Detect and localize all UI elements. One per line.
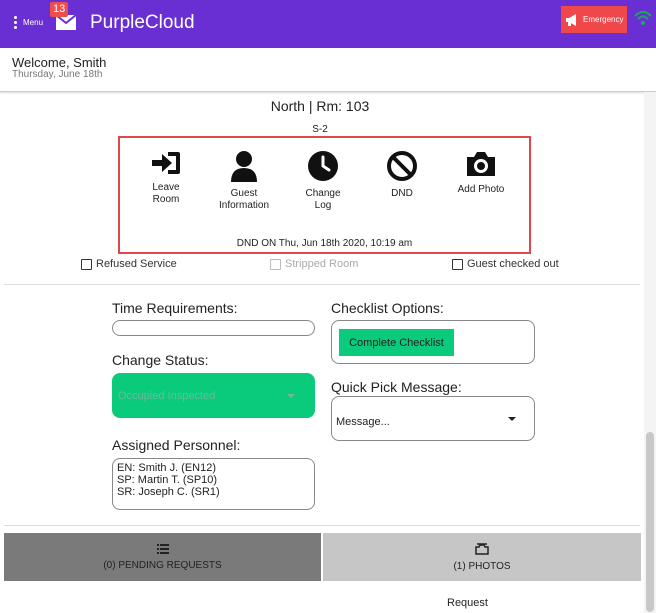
emergency-label: Emergency [583,15,624,24]
scrollbar-thumb[interactable] [646,432,654,612]
time-requirements-label: Time Requirements: [112,300,238,316]
status-value: Occupied Inspected [118,390,216,402]
sign-in-icon [152,152,180,174]
tab-pending-requests[interactable]: (0) PENDING REQUESTS [4,533,321,581]
complete-checklist-button[interactable]: Complete Checklist [339,329,454,356]
dnd-label: DND [391,188,413,199]
stripped-room-label: Stripped Room [285,258,359,270]
clock-icon [308,151,338,181]
stripped-room-checkbox[interactable]: Stripped Room [270,258,358,270]
message-placeholder: Message... [336,416,390,428]
change-log-label: Change Log [305,188,341,211]
quick-pick-label: Quick Pick Message: [331,379,462,395]
dnd-button[interactable]: DND [362,150,442,200]
personnel-item: SP: Martin T. (SP10) [117,474,218,486]
tab-pending-label: (0) PENDING REQUESTS [103,559,222,571]
top-bar: Menu 13 PurpleCloud Emergency [0,0,656,48]
chevron-down-icon [287,394,295,398]
personnel-item: SR: Joseph C. (SR1) [117,486,220,498]
menu-icon [14,16,17,29]
assigned-personnel-label: Assigned Personnel: [112,437,241,453]
user-icon [231,151,257,182]
dnd-status-text: DND ON Thu, Jun 18th 2020, 10:19 am [236,238,413,249]
leave-room-label: Leave Room [152,182,180,205]
mail-icon[interactable] [56,15,76,30]
checkbox-box[interactable] [452,258,463,270]
list-icon [156,543,169,554]
personnel-item: EN: Smith J. (EN12) [117,462,217,474]
room-section: S-2 [312,124,328,135]
welcome-greeting: Welcome, Smith [12,55,107,70]
camera-icon [467,152,495,176]
emergency-button[interactable]: Emergency [561,6,627,33]
welcome-bar: Welcome, Smith Thursday, June 18th [0,48,656,92]
time-requirements-bar [112,320,315,336]
guest-checked-out-label: Guest checked out [467,258,559,270]
request-column-header: Request [447,597,488,609]
app-title: PurpleCloud [90,12,195,33]
room-title: North | Rm: 103 [270,98,370,114]
guest-checked-out-checkbox[interactable]: Guest checked out [452,258,559,270]
divider [4,525,640,526]
welcome-date: Thursday, June 18th [12,69,103,80]
add-photo-label: Add Photo [457,184,505,195]
change-status-label: Change Status: [112,352,209,368]
tab-photos-label: (1) PHOTOS [453,560,511,572]
refused-service-checkbox[interactable]: Refused Service [81,258,177,270]
checkbox-box[interactable] [81,258,92,270]
photos-icon [475,542,489,555]
guest-information-label: Guest Information [218,188,270,211]
menu-button[interactable]: Menu [14,16,43,29]
assigned-personnel-list: EN: Smith J. (EN12) SP: Martin T. (SP10)… [112,458,315,510]
checklist-options-label: Checklist Options: [331,300,444,316]
divider [4,284,640,285]
chevron-down-icon [508,417,516,421]
refused-service-label: Refused Service [96,258,177,270]
tab-photos[interactable]: (1) PHOTOS [323,533,641,581]
add-photo-button[interactable]: Add Photo [441,150,521,196]
change-status-select[interactable]: Occupied Inspected [112,373,315,418]
checkbox-box[interactable] [270,258,281,270]
wifi-icon [634,11,652,25]
scrollbar[interactable] [644,92,656,613]
mail-count-badge: 13 [50,2,69,17]
guest-information-button[interactable]: Guest Information [204,150,284,212]
megaphone-icon [566,13,576,26]
change-log-button[interactable]: Change Log [283,150,363,212]
menu-label: Menu [23,18,44,27]
quick-pick-message-select[interactable]: Message... [331,396,535,441]
leave-room-button[interactable]: Leave Room [126,150,206,206]
ban-icon [387,151,417,181]
